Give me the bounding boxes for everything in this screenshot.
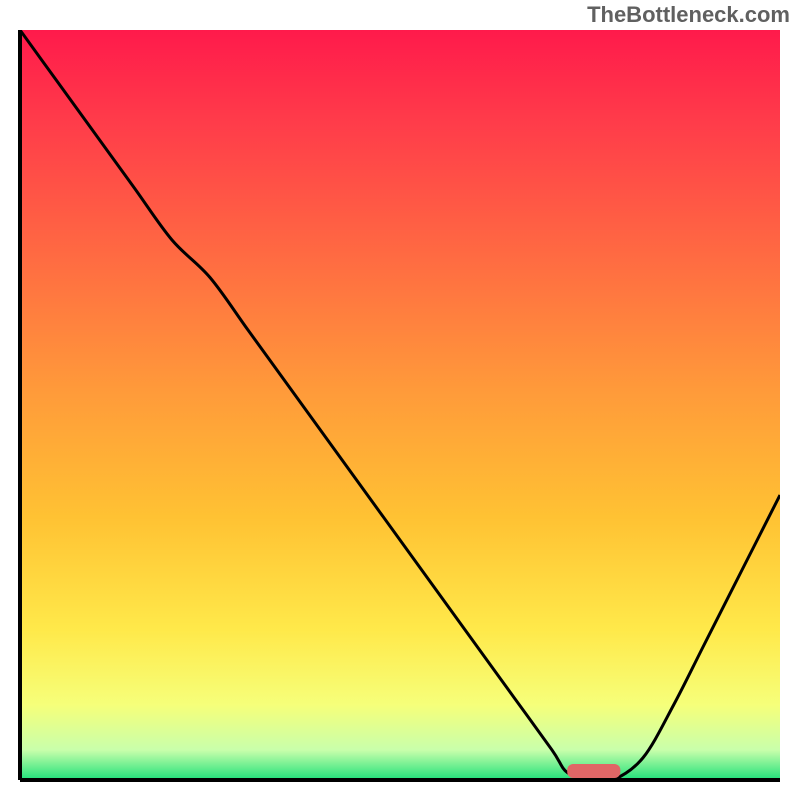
optimal-marker bbox=[567, 764, 620, 778]
bottleneck-chart bbox=[0, 0, 800, 800]
plot-background bbox=[20, 30, 780, 780]
